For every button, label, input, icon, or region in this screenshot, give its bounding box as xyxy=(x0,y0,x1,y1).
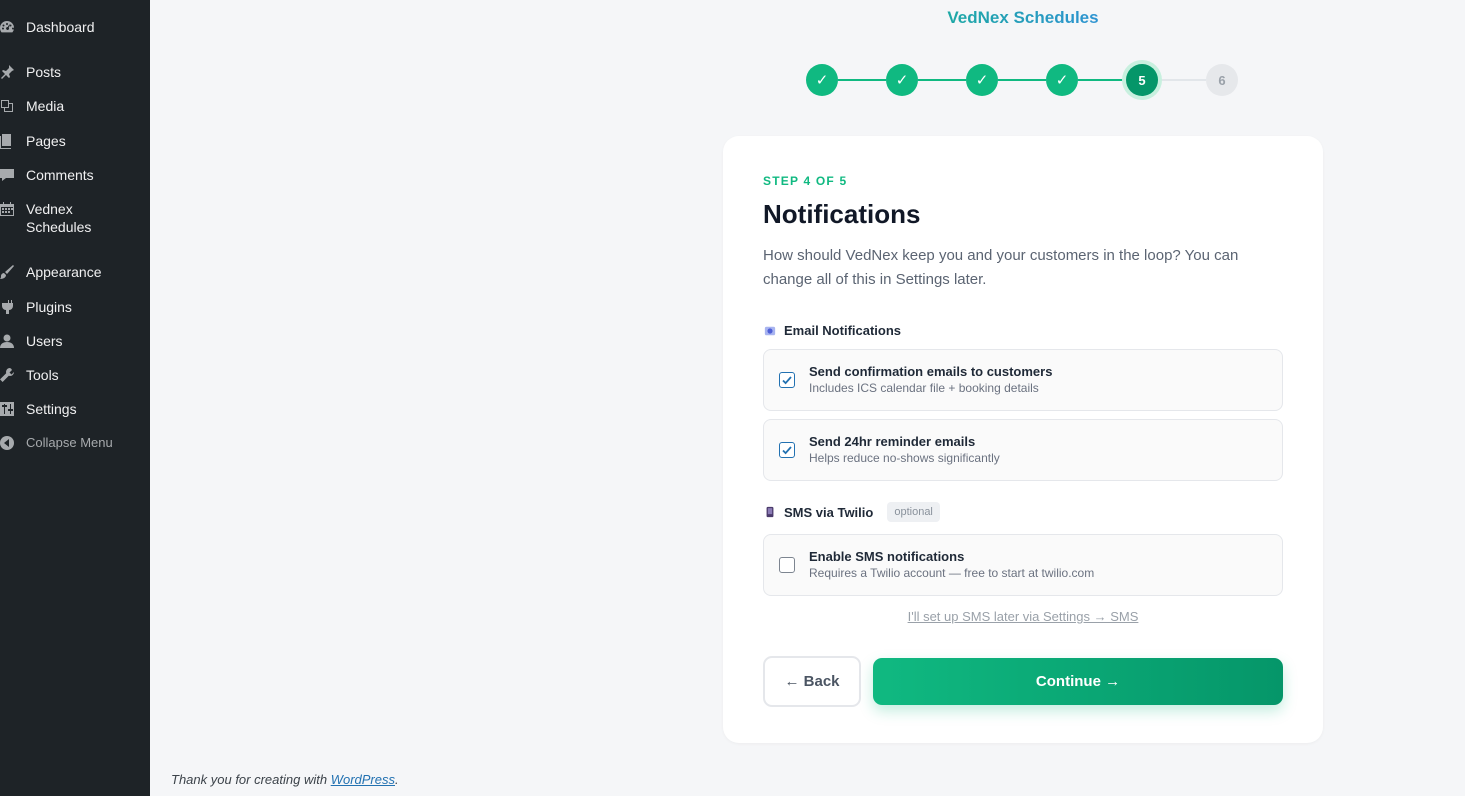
email-section-icon xyxy=(763,324,777,338)
check-icon xyxy=(782,446,792,455)
reminder-email-option[interactable]: Send 24hr reminder emails Helps reduce n… xyxy=(763,419,1283,481)
calendar-icon xyxy=(0,200,16,218)
step-1-done: ✓ xyxy=(806,64,838,96)
wizard-card: STEP 4 OF 5 Notifications How should Ved… xyxy=(723,136,1323,743)
sidebar-item-comments[interactable]: Comments xyxy=(0,166,94,184)
footer-suffix: . xyxy=(395,772,399,787)
sidebar-item-pages[interactable]: Pages xyxy=(0,132,66,150)
option-title: Enable SMS notifications xyxy=(809,549,965,564)
wizard-stepper: ✓ ✓ ✓ ✓ 5 6 xyxy=(806,63,1240,97)
step-connector xyxy=(998,79,1046,81)
reminder-email-text: Send 24hr reminder emails Helps reduce n… xyxy=(809,433,1000,467)
step-2-done: ✓ xyxy=(886,64,918,96)
step-connector xyxy=(1078,79,1126,81)
wordpress-link[interactable]: WordPress xyxy=(331,772,395,787)
sidebar-item-label: Tools xyxy=(26,367,59,383)
phone-icon xyxy=(763,505,777,519)
user-icon xyxy=(0,332,16,350)
sidebar-item-label: Appearance xyxy=(26,264,102,280)
step-3-done: ✓ xyxy=(966,64,998,96)
sidebar-item-appearance[interactable]: Appearance xyxy=(0,263,102,281)
sidebar-item-label: Vednex Schedules xyxy=(26,201,92,235)
sliders-icon xyxy=(0,400,16,418)
option-subtitle: Helps reduce no-shows significantly xyxy=(809,451,1000,465)
check-icon xyxy=(782,376,792,385)
sidebar-item-label: Plugins xyxy=(26,299,72,315)
wizard-brand-title: VedNex Schedules xyxy=(823,6,1223,30)
admin-footer: Thank you for creating with WordPress. xyxy=(171,772,399,787)
skip-sms-link[interactable]: I'll set up SMS later via Settings → SMS xyxy=(763,609,1283,624)
option-subtitle: Includes ICS calendar file + booking det… xyxy=(809,381,1039,395)
step-connector xyxy=(838,79,886,81)
email-section-title: Email Notifications xyxy=(763,323,901,338)
sms-section-title: SMS via Twilio optional xyxy=(763,502,940,522)
sidebar-item-label: Media xyxy=(26,98,65,114)
sidebar-item-settings[interactable]: Settings xyxy=(0,400,77,418)
sms-option-text: Enable SMS notifications Requires a Twil… xyxy=(809,548,1094,582)
plugin-icon xyxy=(0,298,16,316)
sms-checkbox[interactable] xyxy=(779,557,795,573)
sidebar-item-users[interactable]: Users xyxy=(0,332,63,350)
comment-icon xyxy=(0,166,16,184)
sidebar-item-vednex-schedules[interactable]: Vednex Schedules xyxy=(0,200,120,236)
sidebar-item-label: Comments xyxy=(26,167,94,183)
back-button[interactable]: ← Back xyxy=(763,656,861,707)
dashboard-icon xyxy=(0,18,16,36)
step-5-current: 5 xyxy=(1126,64,1158,96)
footer-text: Thank you for creating with xyxy=(171,772,331,787)
wrench-icon xyxy=(0,366,16,384)
sidebar-item-label: Users xyxy=(26,333,63,349)
sidebar-item-posts[interactable]: Posts xyxy=(0,63,61,81)
option-title: Send confirmation emails to customers xyxy=(809,364,1053,379)
sidebar-item-plugins[interactable]: Plugins xyxy=(0,298,72,316)
continue-button[interactable]: Continue → xyxy=(873,658,1283,705)
step-6-pending: 6 xyxy=(1206,64,1238,96)
option-subtitle: Requires a Twilio account — free to star… xyxy=(809,566,1095,580)
media-icon xyxy=(0,97,16,115)
admin-sidebar: Dashboard Posts Media Pages Comments Ved… xyxy=(0,0,150,796)
confirmation-email-option[interactable]: Send confirmation emails to customers In… xyxy=(763,349,1283,411)
step-connector xyxy=(1158,79,1206,81)
step-counter: STEP 4 OF 5 xyxy=(763,174,848,188)
brush-icon xyxy=(0,263,16,281)
confirmation-email-text: Send confirmation emails to customers In… xyxy=(809,363,1052,397)
optional-badge: optional xyxy=(887,502,940,522)
collapse-menu-button[interactable]: Collapse Menu xyxy=(0,434,113,452)
confirmation-email-checkbox[interactable] xyxy=(779,372,795,388)
option-title: Send 24hr reminder emails xyxy=(809,434,976,449)
sidebar-item-label: Posts xyxy=(26,64,62,80)
sidebar-item-media[interactable]: Media xyxy=(0,97,64,115)
sidebar-item-tools[interactable]: Tools xyxy=(0,366,59,384)
sidebar-item-label: Dashboard xyxy=(26,19,95,35)
sms-option[interactable]: Enable SMS notifications Requires a Twil… xyxy=(763,534,1283,596)
sms-section-label: SMS via Twilio xyxy=(784,504,874,520)
email-section-label: Email Notifications xyxy=(784,323,902,338)
collapse-arrow-icon xyxy=(0,434,16,452)
sidebar-item-label: Settings xyxy=(26,401,77,417)
reminder-email-checkbox[interactable] xyxy=(779,442,795,458)
pin-icon xyxy=(0,63,16,81)
page-title: Notifications xyxy=(763,199,921,229)
sidebar-item-label: Pages xyxy=(26,133,66,149)
sidebar-item-dashboard[interactable]: Dashboard xyxy=(0,18,95,36)
step-4-done: ✓ xyxy=(1046,64,1078,96)
step-connector xyxy=(918,79,966,81)
collapse-menu-label: Collapse Menu xyxy=(26,435,113,450)
page-description: How should VedNex keep you and your cust… xyxy=(763,247,1239,288)
pages-icon xyxy=(0,132,16,150)
